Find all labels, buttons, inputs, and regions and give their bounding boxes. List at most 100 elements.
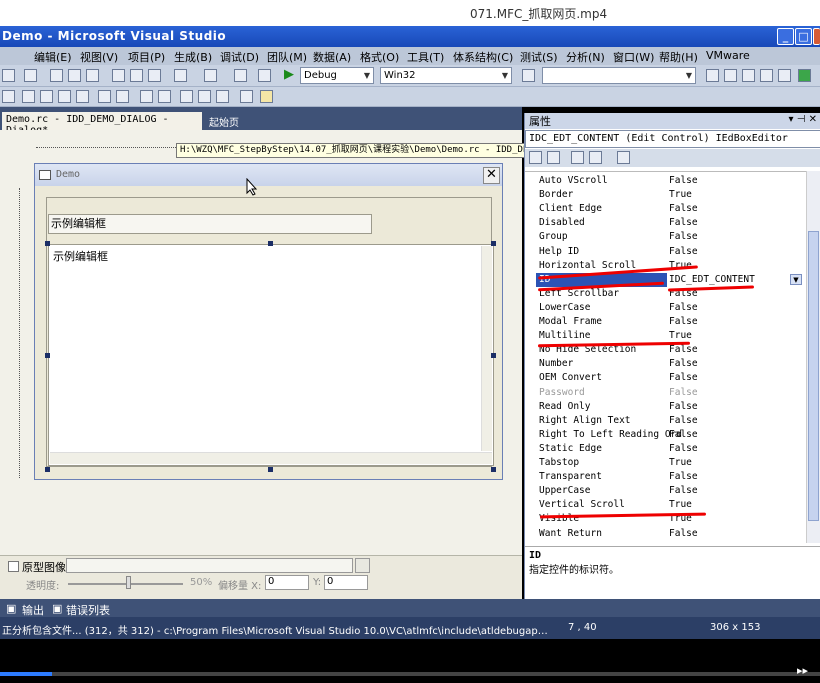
property-value[interactable]: False bbox=[669, 315, 698, 329]
menu-format[interactable]: 格式(O) bbox=[360, 49, 399, 65]
save-all-icon[interactable] bbox=[86, 69, 99, 82]
resize-handle[interactable] bbox=[45, 467, 50, 472]
property-row[interactable]: Transparent False bbox=[525, 470, 807, 484]
redo-icon[interactable] bbox=[204, 69, 217, 82]
edit-vertical-scrollbar[interactable] bbox=[481, 246, 492, 451]
property-value[interactable]: IDC_EDT_CONTENT bbox=[669, 273, 755, 287]
resize-handle[interactable] bbox=[491, 241, 496, 246]
space-across-icon[interactable] bbox=[140, 90, 153, 103]
menu-debug[interactable]: 调试(D) bbox=[220, 49, 259, 65]
maximize-button[interactable]: □ bbox=[795, 28, 812, 45]
property-row[interactable]: UpperCase False bbox=[525, 484, 807, 498]
align-right-icon[interactable] bbox=[40, 90, 53, 103]
property-value[interactable]: False bbox=[669, 428, 698, 442]
property-value[interactable]: False bbox=[669, 414, 698, 428]
property-row[interactable]: Help ID False bbox=[525, 245, 807, 259]
make-same-size-icon[interactable] bbox=[216, 90, 229, 103]
cut-icon[interactable] bbox=[112, 69, 125, 82]
menu-architecture[interactable]: 体系结构(C) bbox=[453, 49, 513, 65]
demo-dialog-preview[interactable]: Demo ✕ 示例编辑框 示例编辑框 bbox=[34, 163, 503, 480]
tab-start-page[interactable]: 起始页 bbox=[205, 112, 243, 130]
start-page-icon[interactable] bbox=[778, 69, 791, 82]
menu-tools[interactable]: 工具(T) bbox=[407, 49, 444, 65]
tab-error-list[interactable]: 错误列表 bbox=[66, 602, 110, 618]
add-item-icon[interactable] bbox=[24, 69, 37, 82]
property-value[interactable]: False bbox=[669, 230, 698, 244]
menu-build[interactable]: 生成(B) bbox=[174, 49, 212, 65]
property-value[interactable]: False bbox=[669, 245, 698, 259]
property-row[interactable]: Vertical Scroll True bbox=[525, 498, 807, 512]
menu-view[interactable]: 视图(V) bbox=[80, 49, 118, 65]
minimize-button[interactable]: _ bbox=[777, 28, 794, 45]
property-row[interactable]: Client Edge False bbox=[525, 202, 807, 216]
menu-test[interactable]: 测试(S) bbox=[520, 49, 558, 65]
prototype-image-checkbox[interactable] bbox=[8, 561, 19, 572]
property-value[interactable]: False bbox=[669, 216, 698, 230]
property-row[interactable]: Border True bbox=[525, 188, 807, 202]
dialog-title-bar[interactable]: Demo ✕ bbox=[35, 164, 502, 186]
property-value[interactable]: True bbox=[669, 188, 692, 202]
align-left-icon[interactable] bbox=[22, 90, 35, 103]
property-row[interactable]: Modal Frame False bbox=[525, 315, 807, 329]
solution-platform-select[interactable]: Win32 ▼ bbox=[380, 67, 512, 84]
menu-team[interactable]: 团队(M) bbox=[267, 49, 307, 65]
property-row[interactable]: Auto VScroll False bbox=[525, 174, 807, 188]
align-top-icon[interactable] bbox=[58, 90, 71, 103]
panel-window-buttons[interactable]: ▾ ⊣ ✕ bbox=[789, 114, 817, 125]
property-value[interactable]: True bbox=[669, 456, 692, 470]
property-value[interactable]: False bbox=[669, 371, 698, 385]
find-in-files-icon[interactable] bbox=[522, 69, 535, 82]
property-value[interactable]: False bbox=[669, 202, 698, 216]
copy-icon[interactable] bbox=[130, 69, 143, 82]
properties-icon[interactable] bbox=[571, 151, 584, 164]
menu-edit[interactable]: 编辑(E) bbox=[34, 49, 72, 65]
find-combo[interactable]: ▼ bbox=[542, 67, 696, 84]
property-row[interactable]: Number False bbox=[525, 357, 807, 371]
property-value[interactable]: False bbox=[669, 386, 698, 400]
property-row[interactable]: Read Only False bbox=[525, 400, 807, 414]
paste-icon[interactable] bbox=[148, 69, 161, 82]
browse-button[interactable] bbox=[355, 558, 370, 573]
menu-vmware[interactable]: VMware bbox=[706, 49, 750, 62]
property-value[interactable]: False bbox=[669, 470, 698, 484]
make-same-height-icon[interactable] bbox=[198, 90, 211, 103]
property-value[interactable]: False bbox=[669, 484, 698, 498]
dialog-close-button[interactable]: ✕ bbox=[483, 167, 500, 184]
events-icon[interactable] bbox=[589, 151, 602, 164]
property-value[interactable]: False bbox=[669, 357, 698, 371]
menu-window[interactable]: 窗口(W) bbox=[613, 49, 654, 65]
id-dropdown-chevron-icon[interactable]: ▼ bbox=[790, 274, 802, 285]
property-value[interactable]: False bbox=[669, 400, 698, 414]
menu-project[interactable]: 项目(P) bbox=[128, 49, 165, 65]
property-pages-icon[interactable] bbox=[617, 151, 630, 164]
resize-handle[interactable] bbox=[268, 241, 273, 246]
menu-help[interactable]: 帮助(H) bbox=[659, 49, 698, 65]
resize-handle[interactable] bbox=[491, 467, 496, 472]
prototype-image-path-input[interactable] bbox=[66, 558, 353, 573]
undo-icon[interactable] bbox=[174, 69, 187, 82]
opacity-slider-thumb[interactable] bbox=[126, 576, 131, 589]
center-vertical-icon[interactable] bbox=[98, 90, 111, 103]
tab-demo-rc-dialog[interactable]: Demo.rc - IDD_DEMO_DIALOG - Dialog* bbox=[2, 112, 202, 136]
property-value[interactable]: False bbox=[669, 442, 698, 456]
resize-handle[interactable] bbox=[45, 353, 50, 358]
property-grid-scrollbar[interactable] bbox=[806, 171, 820, 543]
align-bottom-icon[interactable] bbox=[76, 90, 89, 103]
space-down-icon[interactable] bbox=[158, 90, 171, 103]
property-row[interactable]: Group False bbox=[525, 230, 807, 244]
test-dialog-icon[interactable] bbox=[2, 90, 15, 103]
make-same-width-icon[interactable] bbox=[180, 90, 193, 103]
toolbox-icon[interactable] bbox=[760, 69, 773, 82]
sample-edit-box-multiline[interactable]: 示例编辑框 bbox=[48, 244, 494, 466]
toggle-guides-icon[interactable] bbox=[260, 90, 273, 103]
extension-manager-icon[interactable] bbox=[798, 69, 811, 82]
categorized-icon[interactable] bbox=[529, 151, 542, 164]
property-row[interactable]: OEM Convert False bbox=[525, 371, 807, 385]
toggle-grid-icon[interactable] bbox=[240, 90, 253, 103]
tab-output[interactable]: 输出 bbox=[22, 602, 44, 618]
center-horizontal-icon[interactable] bbox=[116, 90, 129, 103]
menu-data[interactable]: 数据(A) bbox=[313, 49, 351, 65]
navigate-forward-icon[interactable] bbox=[258, 69, 271, 82]
video-progress-bar[interactable] bbox=[0, 672, 820, 676]
start-debugging-icon[interactable]: ▶ bbox=[284, 67, 294, 82]
